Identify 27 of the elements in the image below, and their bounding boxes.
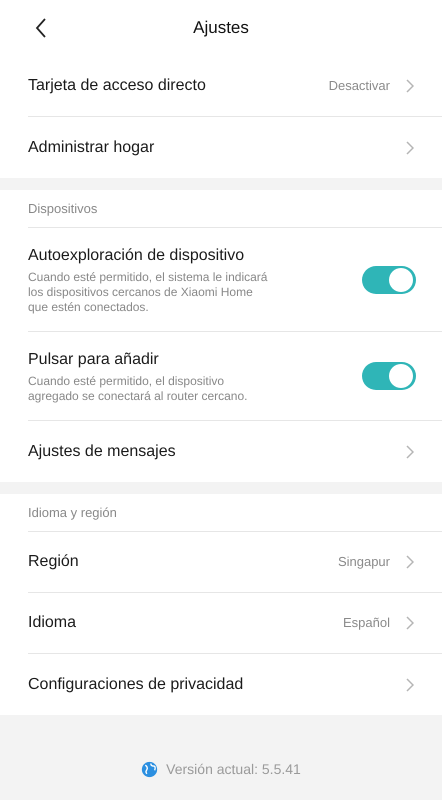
setting-label: Pulsar para añadir bbox=[28, 350, 160, 370]
setting-value: Español bbox=[343, 614, 390, 632]
setting-label[interactable]: Configuraciones de privacidad bbox=[28, 672, 406, 696]
toggle-switch[interactable] bbox=[362, 362, 416, 390]
section-heading: Idioma y región bbox=[28, 504, 117, 522]
setting-description: Cuando esté permitido, el sistema le indicará los dispositivos cercanos de Xiaomi Home que estén conectados. bbox=[28, 270, 268, 315]
setting-label[interactable]: Tarjeta de acceso directo bbox=[28, 74, 329, 98]
setting-value: Singapur bbox=[338, 553, 390, 572]
chevron-right-icon bbox=[406, 79, 414, 93]
version-text: Versión actual: 5.5.41 bbox=[166, 760, 301, 779]
setting-label[interactable]: Idioma bbox=[28, 611, 344, 635]
setting-label: Autoexploración de dispositivo bbox=[28, 246, 246, 266]
setting-label[interactable]: Región bbox=[28, 550, 338, 574]
setting-label[interactable]: Ajustes de mensajes bbox=[28, 440, 406, 464]
chevron-right-icon bbox=[406, 555, 414, 569]
chevron-right-icon bbox=[406, 444, 414, 458]
chevron-right-icon bbox=[406, 678, 414, 692]
toggle-switch[interactable] bbox=[362, 266, 416, 294]
globe-icon bbox=[141, 761, 158, 778]
section-heading: Dispositivos bbox=[28, 200, 98, 218]
setting-description: Cuando esté permitido, el dispositivo agregado se conectará al router cercano. bbox=[28, 374, 248, 404]
chevron-right-icon bbox=[406, 616, 414, 630]
chevron-right-icon bbox=[406, 140, 414, 154]
setting-value: Desactivar bbox=[328, 77, 390, 96]
back-icon[interactable] bbox=[35, 18, 47, 38]
setting-label[interactable]: Administrar hogar bbox=[28, 136, 406, 160]
page-title: Ajustes bbox=[193, 17, 249, 40]
